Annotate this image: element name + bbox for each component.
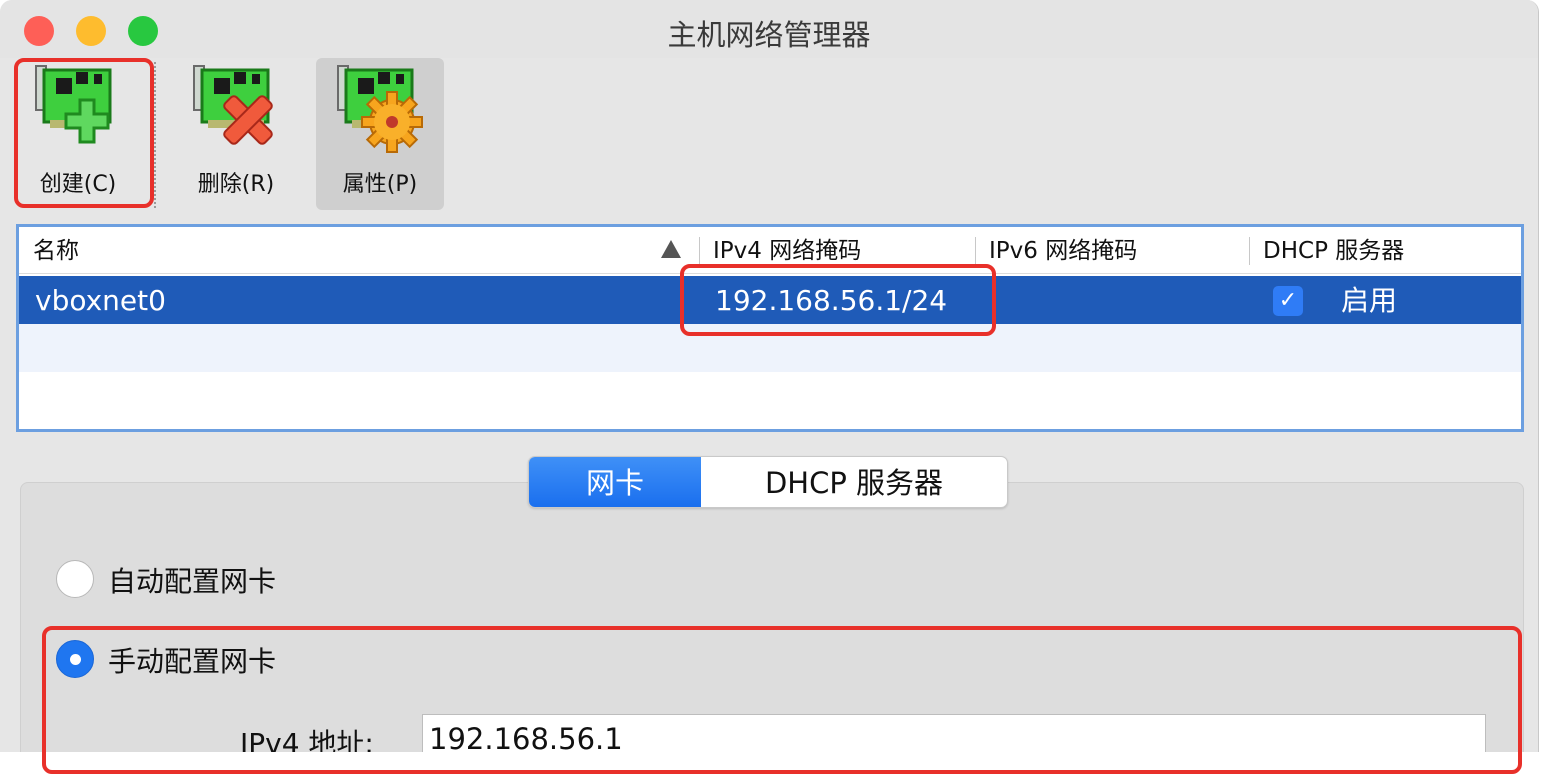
create-button-label: 创建(C) [39, 172, 117, 197]
table-row-empty [19, 324, 1521, 372]
sort-ascending-icon[interactable] [661, 240, 681, 258]
host-network-table: 名称 IPv4 网络掩码 IPv6 网络掩码 DHCP 服务器 vboxnet0… [16, 224, 1524, 432]
column-header-ipv6[interactable]: IPv6 网络掩码 [975, 227, 1249, 273]
dhcp-enabled-checkbox[interactable]: ✓ [1273, 286, 1303, 316]
column-header-name[interactable]: 名称 [19, 227, 699, 273]
remove-button-label: 删除(R) [197, 172, 275, 197]
dhcp-enabled-label: 启用 [1341, 284, 1398, 317]
properties-button[interactable]: 属性(P) [316, 58, 444, 210]
column-header-dhcp[interactable]: DHCP 服务器 [1249, 227, 1519, 273]
window-title: 主机网络管理器 [667, 18, 871, 52]
create-network-icon [35, 65, 112, 144]
tab-dhcp-server[interactable]: DHCP 服务器 [701, 457, 1007, 507]
table-row-selected[interactable]: vboxnet0 192.168.56.1/24 ✓ 启用 [19, 276, 1521, 324]
ipv4-address-label: IPv4 地址: [240, 727, 374, 752]
manual-config-radio[interactable] [56, 640, 94, 678]
create-button[interactable]: 创建(C) [14, 58, 142, 210]
properties-gear-icon [337, 65, 423, 153]
ipv4-address-input[interactable] [422, 714, 1486, 752]
table-row-empty [19, 372, 1521, 420]
title-bar: 主机网络管理器 [0, 0, 1538, 58]
manual-config-label: 手动配置网卡 [108, 645, 277, 678]
network-name-cell: vboxnet0 [35, 284, 166, 317]
auto-config-label: 自动配置网卡 [108, 565, 277, 598]
auto-config-radio[interactable] [56, 560, 94, 598]
remove-network-icon [193, 65, 273, 145]
ipv4-mask-cell: 192.168.56.1/24 [715, 284, 948, 317]
tab-network-adapter[interactable]: 网卡 [529, 457, 701, 507]
settings-tab-bar: 网卡 DHCP 服务器 [528, 456, 1008, 508]
properties-button-label: 属性(P) [342, 172, 418, 197]
host-network-manager-window: 主机网络管理器 创建(C) 删除(R) 属性(P) 名称 IPv4 网络掩码 I… [0, 0, 1539, 752]
toolbar: 创建(C) 删除(R) 属性(P) [0, 56, 1538, 216]
column-header-ipv4[interactable]: IPv4 网络掩码 [699, 227, 975, 273]
remove-button[interactable]: 删除(R) [172, 58, 300, 210]
settings-panel [20, 482, 1524, 752]
table-header: 名称 IPv4 网络掩码 IPv6 网络掩码 DHCP 服务器 [19, 227, 1521, 274]
toolbar-separator [154, 62, 156, 208]
